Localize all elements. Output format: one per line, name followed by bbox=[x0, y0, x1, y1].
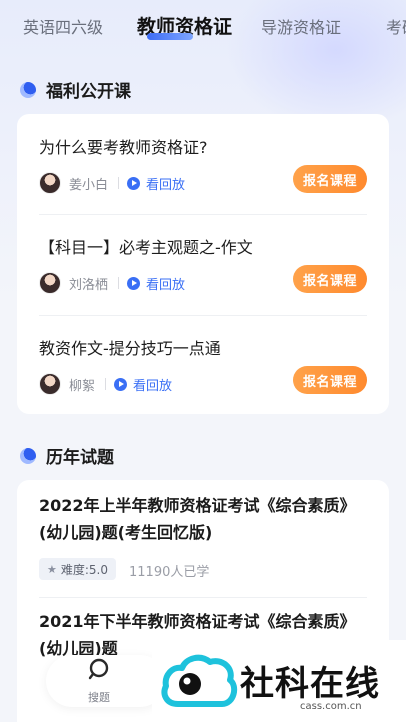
course-item[interactable]: 为什么要考教师资格证? 姜小白 看回放 报名课程 bbox=[39, 134, 367, 204]
teacher-name: 姜小白 bbox=[69, 177, 109, 193]
tab-postgrad[interactable]: 考研 bbox=[386, 14, 406, 38]
course-title: 为什么要考教师资格证? bbox=[39, 138, 208, 157]
signup-button[interactable]: 报名课程 bbox=[293, 265, 367, 293]
replay-link[interactable]: 看回放 bbox=[146, 274, 185, 293]
tab-english[interactable]: 英语四六级 bbox=[23, 14, 103, 38]
course-title: 【科目一】必考主观题之-作文 bbox=[39, 238, 253, 257]
section-title: 福利公开课 bbox=[46, 82, 131, 102]
play-icon[interactable] bbox=[114, 377, 128, 391]
watermark: 社科在线 cass.com.cn bbox=[152, 640, 406, 722]
teacher-avatar bbox=[39, 373, 61, 395]
watermark-url: cass.com.cn bbox=[300, 701, 362, 712]
teacher-avatar bbox=[39, 172, 61, 194]
section-dot-icon bbox=[20, 447, 36, 464]
watermark-text: 社科在线 bbox=[240, 664, 380, 704]
teacher-name: 柳絮 bbox=[69, 378, 96, 394]
replay-link[interactable]: 看回放 bbox=[133, 375, 172, 394]
play-icon[interactable] bbox=[127, 176, 141, 190]
learner-count: 11190人已学 bbox=[129, 565, 210, 580]
course-meta: 刘洛栖 看回放 bbox=[39, 272, 185, 294]
search-label[interactable]: 搜题 bbox=[46, 689, 152, 705]
teacher-avatar bbox=[39, 272, 61, 294]
divider bbox=[39, 214, 367, 215]
section-header-welfare: 福利公开课 bbox=[20, 77, 131, 102]
star-icon: ★ bbox=[47, 562, 57, 576]
course-meta: 柳絮 看回放 bbox=[39, 373, 172, 395]
signup-button[interactable]: 报名课程 bbox=[293, 165, 367, 193]
cloud-logo-icon bbox=[161, 654, 238, 707]
teacher-name: 刘洛栖 bbox=[69, 277, 109, 293]
open-course-card: 为什么要考教师资格证? 姜小白 看回放 报名课程 【科目一】必考主观题之-作文 … bbox=[17, 114, 389, 414]
course-meta: 姜小白 看回放 bbox=[39, 172, 185, 194]
tab-tour-guide[interactable]: 导游资格证 bbox=[261, 14, 341, 38]
difficulty-badge: ★ 难度:5.0 bbox=[39, 558, 117, 580]
exam-item[interactable]: 2022年上半年教师资格证考试《综合素质》(幼儿园)题(考生回忆版) ★ 难度:… bbox=[17, 480, 389, 595]
bottom-nav: 搜题 bbox=[46, 655, 166, 707]
section-dot-icon bbox=[20, 81, 36, 98]
play-icon[interactable] bbox=[127, 276, 141, 290]
active-tab-indicator bbox=[147, 33, 193, 40]
course-item[interactable]: 【科目一】必考主观题之-作文 刘洛栖 看回放 报名课程 bbox=[39, 234, 367, 304]
divider bbox=[39, 315, 367, 316]
divider bbox=[105, 378, 107, 390]
difficulty-value: 难度:5.0 bbox=[60, 562, 109, 577]
exam-title: 2022年上半年教师资格证考试《综合素质》(幼儿园)题(考生回忆版) bbox=[39, 496, 356, 542]
category-tabs: 英语四六级 教师资格证 导游资格证 考研 bbox=[0, 0, 406, 50]
signup-button[interactable]: 报名课程 bbox=[293, 366, 367, 394]
divider bbox=[118, 177, 120, 189]
course-title: 教资作文-提分技巧一点通 bbox=[39, 339, 221, 358]
search-icon[interactable] bbox=[87, 657, 111, 681]
section-header-exams: 历年试题 bbox=[20, 443, 114, 468]
replay-link[interactable]: 看回放 bbox=[146, 174, 185, 193]
section-title: 历年试题 bbox=[46, 448, 114, 468]
course-item[interactable]: 教资作文-提分技巧一点通 柳絮 看回放 报名课程 bbox=[39, 335, 367, 405]
divider bbox=[118, 277, 120, 289]
